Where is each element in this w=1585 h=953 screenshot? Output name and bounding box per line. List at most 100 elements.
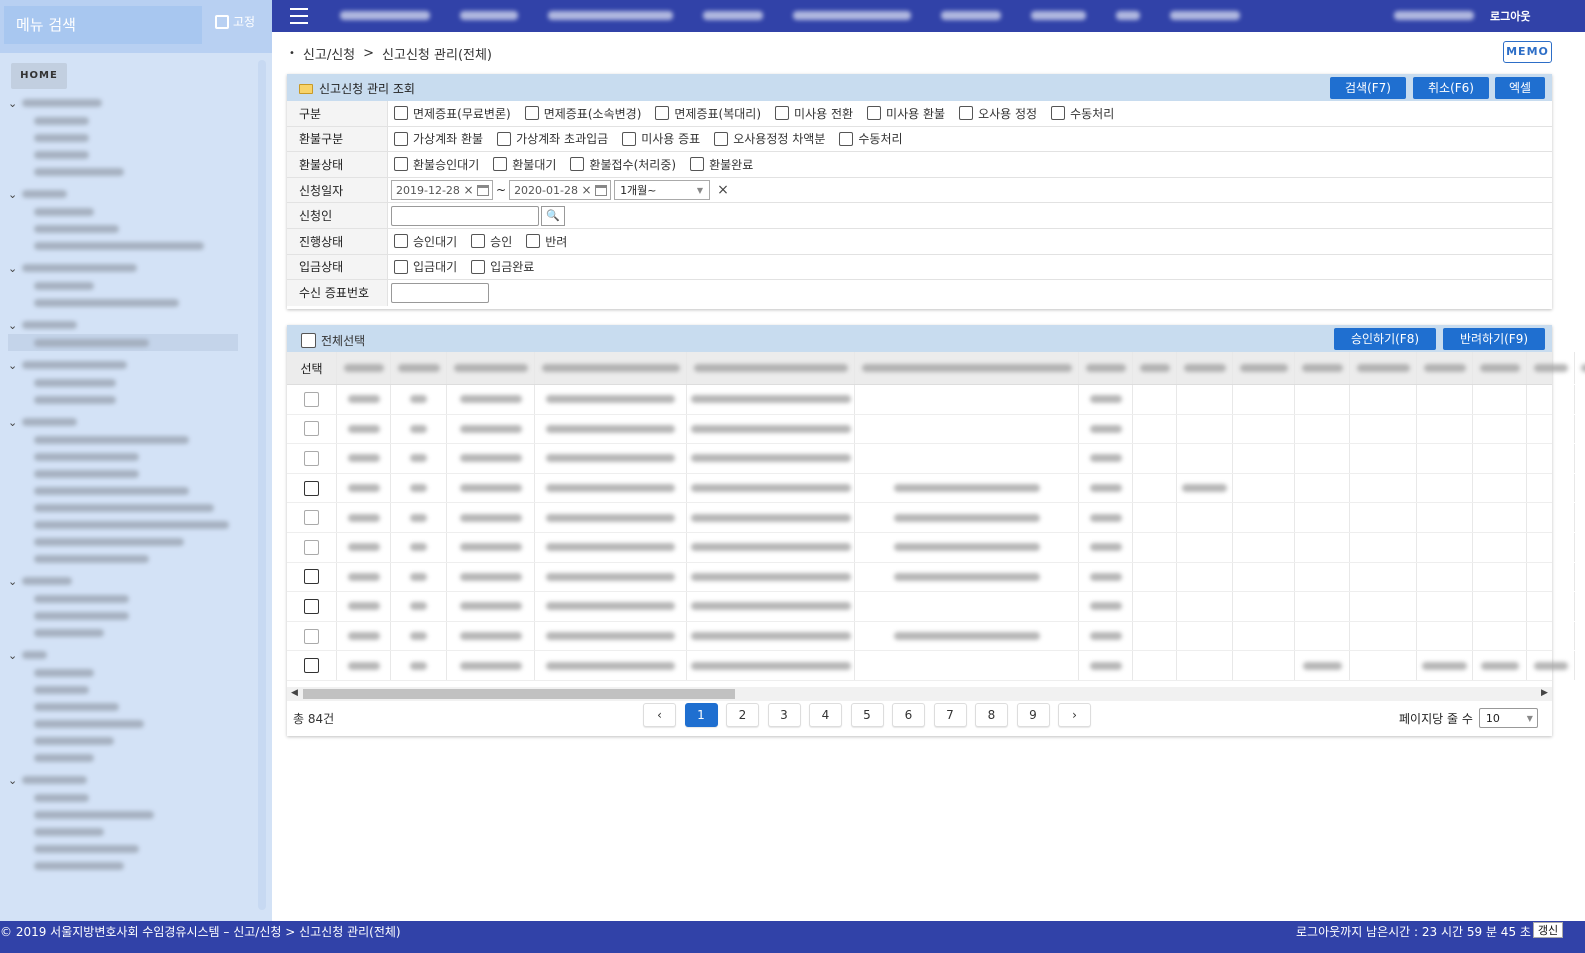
- refund-status-checkbox[interactable]: 환불접수(처리중): [570, 156, 676, 173]
- menu-item-active[interactable]: [34, 338, 149, 347]
- search-button[interactable]: 검색(F7): [1330, 77, 1406, 99]
- menu-item[interactable]: [34, 793, 89, 802]
- column-header[interactable]: [391, 352, 447, 384]
- menu-item[interactable]: [34, 207, 94, 216]
- menu-group[interactable]: ⌄: [8, 771, 248, 874]
- column-header[interactable]: [1177, 352, 1233, 384]
- top-nav-item[interactable]: [941, 11, 1001, 20]
- menu-group-label[interactable]: [22, 577, 72, 585]
- refund-type-checkbox[interactable]: 미사용 증표: [622, 130, 700, 147]
- progress-checkbox[interactable]: 승인: [471, 233, 512, 250]
- row-checkbox[interactable]: [304, 569, 319, 585]
- menu-item[interactable]: [34, 520, 229, 529]
- menu-item[interactable]: [34, 469, 139, 478]
- gubun-checkbox[interactable]: 면제증표(무료변론): [394, 105, 511, 122]
- column-header[interactable]: [337, 352, 391, 384]
- menu-item[interactable]: [34, 224, 119, 233]
- table-row[interactable]: [287, 385, 1575, 415]
- memo-button[interactable]: MEMO: [1503, 41, 1552, 63]
- top-nav-item[interactable]: [1170, 11, 1240, 20]
- menu-item[interactable]: [34, 702, 119, 711]
- gubun-checkbox[interactable]: 미사용 전환: [775, 105, 853, 122]
- gubun-checkbox[interactable]: 수동처리: [1051, 105, 1114, 122]
- chevron-down-icon[interactable]: ⌄: [8, 262, 22, 275]
- menu-item[interactable]: [34, 435, 189, 444]
- deposit-checkbox[interactable]: 입금대기: [394, 258, 457, 275]
- menu-item[interactable]: [34, 486, 189, 495]
- menu-group-label[interactable]: [22, 651, 47, 659]
- menu-item[interactable]: [34, 150, 89, 159]
- menu-item[interactable]: [34, 628, 104, 637]
- menu-group[interactable]: ⌄: [8, 94, 248, 180]
- menu-item[interactable]: [34, 554, 149, 563]
- column-header[interactable]: [1079, 352, 1133, 384]
- menu-group-label[interactable]: [22, 264, 137, 272]
- pin-checkbox-icon[interactable]: [215, 14, 229, 29]
- column-header[interactable]: [1527, 352, 1575, 384]
- clear-icon[interactable]: ×: [463, 183, 473, 197]
- chevron-down-icon[interactable]: ⌄: [8, 319, 22, 332]
- progress-checkbox[interactable]: 반려: [526, 233, 567, 250]
- menu-item[interactable]: [34, 753, 94, 762]
- menu-item[interactable]: [34, 133, 89, 142]
- column-header[interactable]: [855, 352, 1079, 384]
- row-checkbox[interactable]: [304, 628, 319, 644]
- row-checkbox[interactable]: [304, 510, 319, 526]
- row-checkbox[interactable]: [304, 598, 319, 614]
- menu-item[interactable]: [34, 668, 94, 677]
- search-icon[interactable]: 🔍: [541, 205, 565, 226]
- menu-search-input[interactable]: 메뉴 검색: [4, 6, 202, 44]
- column-header[interactable]: [1133, 352, 1177, 384]
- menu-item[interactable]: [34, 594, 129, 603]
- table-row[interactable]: [287, 473, 1575, 504]
- column-header[interactable]: [447, 352, 535, 384]
- clear-icon[interactable]: ×: [582, 183, 592, 197]
- menu-item[interactable]: [34, 167, 124, 176]
- pin-toggle[interactable]: 고정: [215, 13, 255, 30]
- page-button[interactable]: 3: [767, 703, 801, 727]
- table-row[interactable]: [287, 562, 1575, 593]
- menu-item[interactable]: [34, 503, 214, 512]
- table-row[interactable]: [287, 444, 1575, 474]
- refund-type-checkbox[interactable]: 가상계좌 환불: [394, 130, 483, 147]
- period-select[interactable]: 1개월~ ▼: [614, 180, 711, 201]
- approve-button[interactable]: 승인하기(F8): [1334, 328, 1436, 350]
- refund-type-checkbox[interactable]: 가상계좌 초과입금: [497, 130, 608, 147]
- progress-checkbox[interactable]: 승인대기: [394, 233, 457, 250]
- gubun-checkbox[interactable]: 미사용 환불: [867, 105, 945, 122]
- menu-group-label[interactable]: [22, 776, 87, 784]
- chevron-down-icon[interactable]: ⌄: [8, 97, 22, 110]
- menu-item[interactable]: [34, 810, 154, 819]
- menu-group[interactable]: ⌄: [8, 259, 248, 311]
- menu-group-label[interactable]: [22, 361, 127, 369]
- top-nav-item[interactable]: [548, 11, 673, 20]
- select-all-checkbox[interactable]: 전체선택: [301, 332, 365, 349]
- chevron-down-icon[interactable]: ⌄: [8, 359, 22, 372]
- menu-group-label[interactable]: [22, 190, 67, 198]
- menu-group[interactable]: ⌄: [8, 185, 248, 254]
- table-row[interactable]: [287, 503, 1575, 533]
- cancel-button[interactable]: 취소(F6): [1413, 77, 1489, 99]
- prev-page-icon[interactable]: ‹: [643, 703, 676, 727]
- chevron-down-icon[interactable]: ⌄: [8, 649, 22, 662]
- column-header[interactable]: [1233, 352, 1295, 384]
- row-checkbox[interactable]: [304, 658, 319, 674]
- chevron-down-icon[interactable]: ⌄: [8, 575, 22, 588]
- refund-type-checkbox[interactable]: 오사용정정 차액분: [714, 130, 825, 147]
- menu-group-label[interactable]: [22, 99, 102, 107]
- home-button[interactable]: HOME: [11, 63, 67, 89]
- page-button[interactable]: 8: [975, 703, 1008, 727]
- column-header[interactable]: [1350, 352, 1417, 384]
- menu-item[interactable]: [34, 861, 124, 870]
- scroll-left-icon[interactable]: ◀: [291, 688, 298, 698]
- menu-item[interactable]: [34, 241, 204, 250]
- page-button[interactable]: 6: [892, 703, 925, 727]
- menu-item[interactable]: [34, 116, 89, 125]
- menu-item[interactable]: [34, 298, 179, 307]
- menu-item[interactable]: [34, 378, 116, 387]
- column-header[interactable]: [1295, 352, 1350, 384]
- menu-item[interactable]: [34, 844, 139, 853]
- applicant-input[interactable]: [391, 205, 539, 226]
- next-page-icon[interactable]: ›: [1058, 703, 1091, 727]
- row-checkbox[interactable]: [304, 480, 319, 496]
